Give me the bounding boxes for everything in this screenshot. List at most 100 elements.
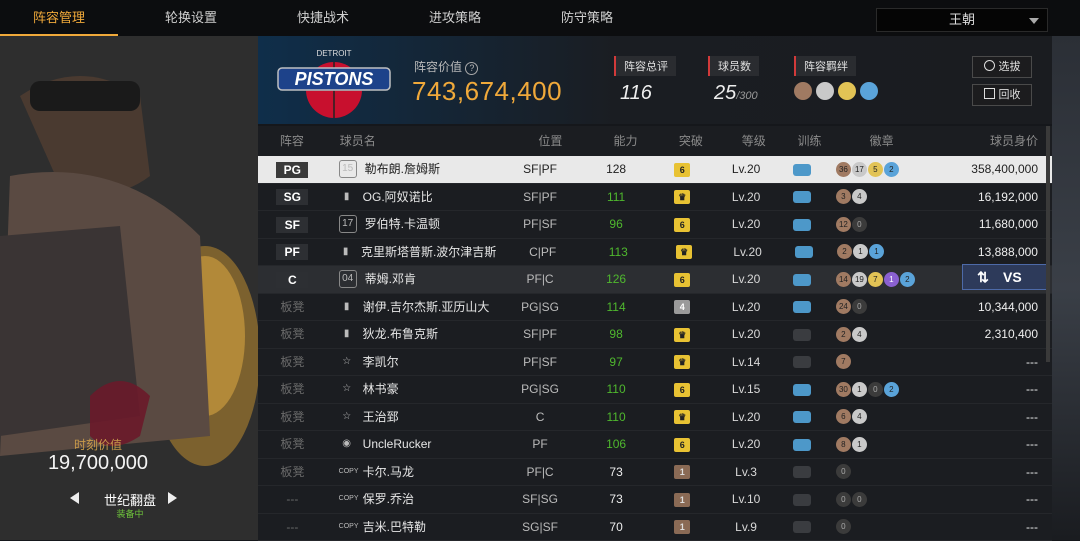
table-row[interactable]: SF 17罗伯特.卡温顿 PF|SF 96 6 Lv.20 120 11,680… <box>258 211 1052 239</box>
name-cell[interactable]: ▮谢伊.吉尔杰斯.亚历山大 <box>327 294 494 321</box>
price-cell: 13,888,000 <box>924 239 1052 266</box>
table-row[interactable]: --- COPY吉米.巴特勒 SG|SF 70 1 Lv.9 0 --- <box>258 514 1052 541</box>
slot-cell[interactable]: 板凳 <box>258 459 327 486</box>
slot-cell[interactable]: --- <box>258 486 327 513</box>
training-icon[interactable] <box>793 274 811 286</box>
training-icon[interactable] <box>793 301 811 313</box>
bond-silver-icon <box>816 82 834 100</box>
slot-cell[interactable]: --- <box>258 514 327 541</box>
scrollbar[interactable] <box>1046 126 1050 362</box>
badges-cell[interactable]: 64 <box>832 404 923 431</box>
slot-cell[interactable]: SF <box>258 211 327 238</box>
table-row[interactable]: SG ▮OG.阿奴诺比 SF|PF 111 ♛ Lv.20 34 16,192,… <box>258 184 1052 212</box>
slot-cell[interactable]: SG <box>258 184 327 211</box>
table-row[interactable]: PF ▮克里斯塔普斯.波尔津吉斯 C|PF 113 ♛ Lv.20 211 13… <box>258 239 1052 267</box>
table-row[interactable]: PG 15勒布朗.詹姆斯 SF|PF 128 6 Lv.20 361752 35… <box>258 156 1052 184</box>
level-cell: Lv.20 <box>719 404 773 431</box>
position-cell: SF|PF <box>493 156 586 183</box>
table-row[interactable]: 板凳 ▮狄龙.布鲁克斯 SF|PF 98 ♛ Lv.20 24 2,310,40… <box>258 321 1052 349</box>
name-cell[interactable]: 15勒布朗.詹姆斯 <box>327 156 494 183</box>
training-icon[interactable] <box>793 411 811 423</box>
table-row[interactable]: 板凳 ☆李凯尔 PF|SF 97 ♛ Lv.14 7 --- <box>258 349 1052 377</box>
slot-cell[interactable]: 板凳 <box>258 349 327 376</box>
name-cell[interactable]: ☆林书豪 <box>327 376 494 403</box>
badges-cell[interactable]: 24 <box>832 321 923 348</box>
slot-cell[interactable]: C <box>258 266 327 293</box>
tab-defense[interactable]: 防守策略 <box>528 0 646 36</box>
name-cell[interactable]: COPY保罗.乔治 <box>327 486 494 513</box>
breakthrough-cell: 6 <box>646 376 720 403</box>
training-icon[interactable] <box>793 384 811 396</box>
slot-cell[interactable]: 板凳 <box>258 294 327 321</box>
badges-cell[interactable]: 00 <box>832 486 923 513</box>
training-icon[interactable] <box>793 439 811 451</box>
badges-cell[interactable]: 361752 <box>832 156 923 183</box>
compare-button[interactable]: ⇅VS <box>962 264 1048 290</box>
badges-cell[interactable]: 120 <box>832 211 923 238</box>
table-row[interactable]: 板凳 ☆王治郅 C 110 ♛ Lv.20 64 --- <box>258 404 1052 432</box>
name-cell[interactable]: ☆李凯尔 <box>327 349 494 376</box>
name-cell[interactable]: ▮狄龙.布鲁克斯 <box>327 321 494 348</box>
col-slot: 阵容 <box>258 126 326 156</box>
name-cell[interactable]: 17罗伯特.卡温顿 <box>327 211 494 238</box>
tab-lineup[interactable]: 阵容管理 <box>0 0 118 36</box>
slot-cell[interactable]: PG <box>258 156 327 183</box>
badges-cell[interactable]: 1419712 <box>832 266 923 293</box>
tab-rotation[interactable]: 轮换设置 <box>132 0 250 36</box>
training-icon[interactable] <box>793 356 811 368</box>
training-icon[interactable] <box>793 329 811 341</box>
table-row[interactable]: 板凳 ◉UncleRucker PF 106 6 Lv.20 81 --- <box>258 431 1052 459</box>
name-cell[interactable]: ▮克里斯塔普斯.波尔津吉斯 <box>326 239 496 266</box>
table-row[interactable]: C 04蒂姆.邓肯 PF|C 126 6 Lv.20 1419712 <box>258 266 1052 294</box>
badges-cell[interactable]: 240 <box>832 294 923 321</box>
col-level: 等级 <box>727 126 780 156</box>
training-icon[interactable] <box>793 521 811 533</box>
slot-cell[interactable]: 板凳 <box>258 404 327 431</box>
slot-cell[interactable]: 板凳 <box>258 376 327 403</box>
table-row[interactable]: 板凳 ☆林书豪 PG|SG 110 6 Lv.15 30102 --- <box>258 376 1052 404</box>
badge-icon: 6 <box>836 409 851 424</box>
name-cell[interactable]: ◉UncleRucker <box>327 431 494 458</box>
training-icon[interactable] <box>795 246 813 258</box>
slot-label: PF <box>276 244 308 260</box>
training-icon[interactable] <box>793 494 811 506</box>
badges-cell[interactable]: 81 <box>832 431 923 458</box>
tab-quick-tactics[interactable]: 快捷战术 <box>264 0 382 36</box>
name-cell[interactable]: ▮OG.阿奴诺比 <box>327 184 494 211</box>
name-cell[interactable]: COPY卡尔.马龙 <box>327 459 494 486</box>
signal-icon: ▮ <box>339 189 355 205</box>
badges-cell[interactable]: 34 <box>832 184 923 211</box>
jersey-number-icon: 04 <box>339 270 357 288</box>
table-row[interactable]: --- COPY保罗.乔治 SF|SG 73 1 Lv.10 00 --- <box>258 486 1052 514</box>
slot-cell[interactable]: 板凳 <box>258 321 327 348</box>
team-dropdown[interactable]: 王朝 <box>876 8 1048 32</box>
moment-card[interactable]: 时刻价值 19,700,000 世纪翻盘 装备中 <box>0 36 258 540</box>
badges-cell[interactable]: 7 <box>832 349 923 376</box>
recycle-button[interactable]: 回收 <box>972 84 1032 106</box>
name-cell[interactable]: 04蒂姆.邓肯 <box>327 266 494 293</box>
badges-cell[interactable]: 211 <box>833 239 924 266</box>
training-icon[interactable] <box>793 466 811 478</box>
next-card-button[interactable] <box>168 492 177 504</box>
badge-icon: 0 <box>868 382 883 397</box>
breakthrough-crown-icon: ♛ <box>674 355 690 369</box>
player-name: 罗伯特.卡温顿 <box>365 211 440 238</box>
name-cell[interactable]: COPY吉米.巴特勒 <box>327 514 494 541</box>
badges-cell[interactable]: 0 <box>832 514 923 541</box>
bond-icons[interactable] <box>794 82 878 100</box>
tab-offense[interactable]: 进攻策略 <box>396 0 514 36</box>
table-row[interactable]: 板凳 ▮谢伊.吉尔杰斯.亚历山大 PG|SG 114 4 Lv.20 240 1… <box>258 294 1052 322</box>
name-cell[interactable]: ☆王治郅 <box>327 404 494 431</box>
training-icon[interactable] <box>793 219 811 231</box>
training-icon[interactable] <box>793 191 811 203</box>
position-cell: PF|SF <box>493 349 586 376</box>
training-icon[interactable] <box>793 164 811 176</box>
table-row[interactable]: 板凳 COPY卡尔.马龙 PF|C 73 1 Lv.3 0 --- <box>258 459 1052 487</box>
badge-icon: 4 <box>852 327 867 342</box>
slot-cell[interactable]: PF <box>258 239 326 266</box>
badges-cell[interactable]: 30102 <box>832 376 923 403</box>
select-button[interactable]: 选拔 <box>972 56 1032 78</box>
slot-cell[interactable]: 板凳 <box>258 431 327 458</box>
badges-cell[interactable]: 0 <box>832 459 923 486</box>
help-icon[interactable]: ? <box>465 62 478 75</box>
